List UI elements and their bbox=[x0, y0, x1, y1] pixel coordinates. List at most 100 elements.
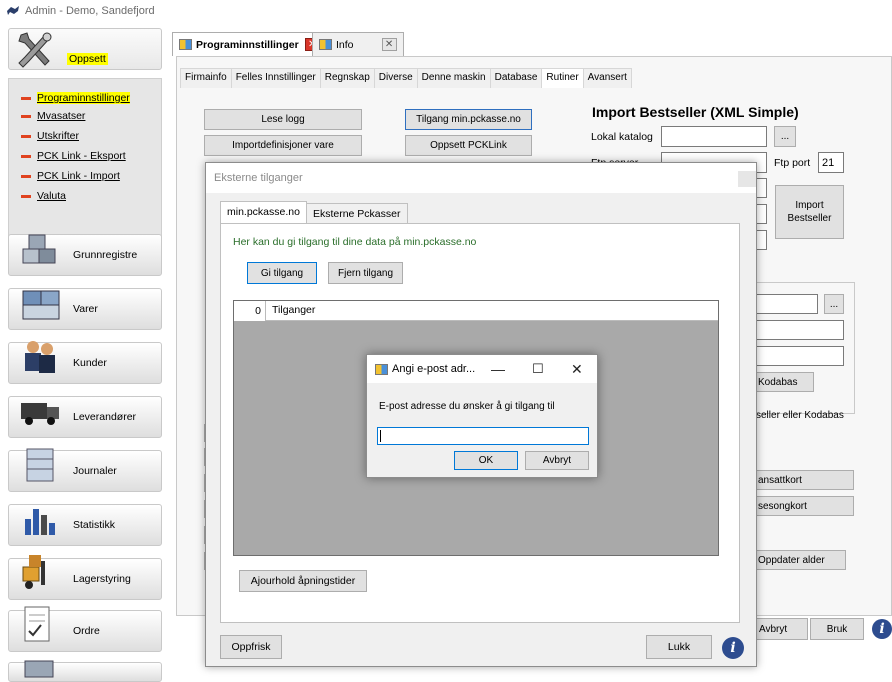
document-check-icon bbox=[24, 606, 50, 642]
bullet-dash-icon bbox=[21, 134, 31, 138]
bullet-dash-icon bbox=[21, 114, 31, 118]
tilgang-pckasse-button[interactable]: Tilgang min.pckasse.no bbox=[405, 109, 532, 130]
menu-link-pcklink-import[interactable]: PCK Link - Import bbox=[21, 169, 120, 183]
epost-input[interactable] bbox=[377, 427, 589, 445]
text-caret bbox=[380, 430, 381, 442]
description-text: Her kan du gi tilgang til dine data på m… bbox=[233, 236, 477, 248]
window-icon bbox=[179, 39, 192, 50]
register-icon bbox=[24, 660, 54, 678]
ftp-port-label: Ftp port bbox=[774, 157, 811, 169]
gi-tilgang-button[interactable]: Gi tilgang bbox=[247, 262, 317, 284]
import-bestseller-title: Import Bestseller (XML Simple) bbox=[592, 104, 799, 120]
menu-link-pcklink-eksport[interactable]: PCK Link - Eksport bbox=[21, 149, 126, 163]
app-logo-icon bbox=[7, 6, 19, 15]
nav-lagerstyring[interactable]: Lagerstyring bbox=[8, 555, 162, 600]
menu-link-utskrifter[interactable]: Utskrifter bbox=[21, 129, 79, 143]
oppsett-pcklink-button[interactable]: Oppsett PCKLink bbox=[405, 135, 532, 156]
sesongkort-button[interactable]: sesongkort bbox=[756, 496, 854, 516]
boxes-icon bbox=[22, 290, 60, 320]
bullet-dash-icon bbox=[21, 174, 31, 178]
epost-dialog: Angi e-post adr... — ☐ ✕ E-post adresse … bbox=[366, 354, 598, 478]
avbryt-dialog-button[interactable]: Avbryt bbox=[525, 451, 589, 470]
people-icon bbox=[25, 341, 55, 373]
ftp-port-input[interactable]: 21 bbox=[818, 152, 844, 173]
kodabas-path-input[interactable] bbox=[756, 294, 818, 314]
maximize-icon[interactable]: ☐ bbox=[532, 361, 544, 377]
window-icon bbox=[319, 39, 332, 50]
dialog-close-button[interactable] bbox=[738, 171, 756, 187]
import-bestseller-button[interactable]: Import Bestseller bbox=[775, 185, 844, 239]
kodabas-browse-button[interactable]: ... bbox=[824, 294, 844, 314]
menu-link-mvasatser[interactable]: Mvasatser bbox=[21, 109, 85, 123]
ftp-password-input[interactable] bbox=[756, 204, 767, 224]
lese-logg-button[interactable]: Lese logg bbox=[204, 109, 362, 130]
oppdater-alder-button[interactable]: Oppdater alder bbox=[756, 550, 846, 570]
truck-icon bbox=[21, 403, 59, 425]
window-icon bbox=[375, 363, 388, 375]
tab-programinnstillinger[interactable]: Programinnstillinger ✕ bbox=[172, 32, 327, 56]
close-icon[interactable]: ✕ bbox=[571, 361, 583, 378]
lokal-katalog-label: Lokal katalog bbox=[591, 131, 653, 143]
tab-eksterne-pckasser[interactable]: Eksterne Pckasser bbox=[305, 203, 408, 223]
nav-ordre[interactable]: Ordre bbox=[8, 606, 162, 652]
subtab-firmainfo[interactable]: Firmainfo bbox=[180, 68, 232, 88]
ansattkort-button[interactable]: ansattkort bbox=[756, 470, 854, 490]
importdefinisjoner-button[interactable]: Importdefinisjoner vare bbox=[204, 135, 362, 156]
bullet-dash-icon bbox=[21, 154, 31, 158]
grid-header-tilganger[interactable]: Tilganger bbox=[272, 304, 315, 316]
grid-row-count: 0 bbox=[234, 301, 266, 321]
dialog-tabs: min.pckasse.no Eksterne Pckasser bbox=[220, 201, 408, 223]
avbryt-button[interactable]: Avbryt bbox=[756, 618, 808, 640]
bullet-dash-icon bbox=[21, 194, 31, 198]
nav-leverandorer[interactable]: Leverandører bbox=[8, 396, 162, 438]
tools-icon bbox=[18, 32, 52, 68]
tab-info[interactable]: Info ✕ bbox=[312, 32, 404, 56]
ajourhold-button[interactable]: Ajourhold åpningstider bbox=[239, 570, 367, 592]
minimize-icon[interactable]: — bbox=[491, 361, 505, 377]
kodabas-field-2[interactable] bbox=[756, 346, 844, 366]
close-icon[interactable]: ✕ bbox=[381, 38, 397, 51]
nav-statistikk[interactable]: Statistikk bbox=[8, 504, 162, 546]
kodabas-button[interactable]: Kodabas bbox=[756, 372, 814, 392]
subtab-avansert[interactable]: Avansert bbox=[582, 68, 632, 88]
ftp-folder-input[interactable] bbox=[756, 230, 767, 250]
oppfrisk-button[interactable]: Oppfrisk bbox=[220, 635, 282, 659]
subtab-felles-innstillinger[interactable]: Felles Innstillinger bbox=[230, 68, 321, 88]
fjern-tilgang-button[interactable]: Fjern tilgang bbox=[328, 262, 403, 284]
sidebar: Oppsett Programinnstillinger Mvasatser U… bbox=[0, 24, 172, 682]
epost-dialog-title: Angi e-post adr... bbox=[392, 363, 476, 375]
ftp-user-input[interactable] bbox=[756, 178, 767, 198]
nav-journaler[interactable]: Journaler bbox=[8, 448, 162, 492]
lokal-katalog-browse-button[interactable]: ... bbox=[774, 126, 796, 147]
nav-grunnregistre[interactable]: Grunnregistre bbox=[8, 234, 162, 276]
subtab-denne-maskin[interactable]: Denne maskin bbox=[416, 68, 491, 88]
bar-chart-icon bbox=[25, 509, 55, 535]
oppsett-menu-panel: Programinnstillinger Mvasatser Utskrifte… bbox=[8, 78, 162, 248]
kodabas-field-1[interactable] bbox=[756, 320, 844, 340]
subtab-database[interactable]: Database bbox=[489, 68, 543, 88]
nav-more[interactable] bbox=[8, 660, 162, 682]
oppsett-header-button[interactable]: Oppsett bbox=[8, 28, 162, 70]
subtab-diverse[interactable]: Diverse bbox=[373, 68, 418, 88]
lukk-button[interactable]: Lukk bbox=[646, 635, 712, 659]
epost-dialog-titlebar: Angi e-post adr... bbox=[367, 355, 597, 383]
info-icon[interactable]: i bbox=[872, 619, 892, 639]
dialog-title: Eksterne tilganger bbox=[206, 163, 756, 193]
nav-varer[interactable]: Varer bbox=[8, 288, 162, 330]
menu-link-programinnstillinger[interactable]: Programinnstillinger bbox=[21, 91, 130, 105]
cabinet-icon bbox=[26, 448, 54, 482]
subtab-regnskap[interactable]: Regnskap bbox=[319, 68, 375, 88]
tab-min-pckasse[interactable]: min.pckasse.no bbox=[220, 201, 307, 223]
nav-kunder[interactable]: Kunder bbox=[8, 341, 162, 384]
subtab-rutiner[interactable]: Rutiner bbox=[541, 68, 584, 88]
window-titlebar: Admin - Demo, Sandefjord bbox=[0, 0, 892, 22]
bullet-dash-icon bbox=[21, 96, 31, 100]
document-tabs: Programinnstillinger ✕ Info ✕ bbox=[172, 30, 892, 56]
info-icon[interactable]: i bbox=[722, 637, 744, 659]
menu-link-valuta[interactable]: Valuta bbox=[21, 189, 66, 203]
ok-button[interactable]: OK bbox=[454, 451, 518, 470]
lokal-katalog-input[interactable] bbox=[661, 126, 767, 147]
epost-prompt: E-post adresse du ønsker å gi tilgang ti… bbox=[379, 401, 555, 412]
window-title: Admin - Demo, Sandefjord bbox=[25, 5, 155, 17]
bruk-button[interactable]: Bruk bbox=[810, 618, 864, 640]
